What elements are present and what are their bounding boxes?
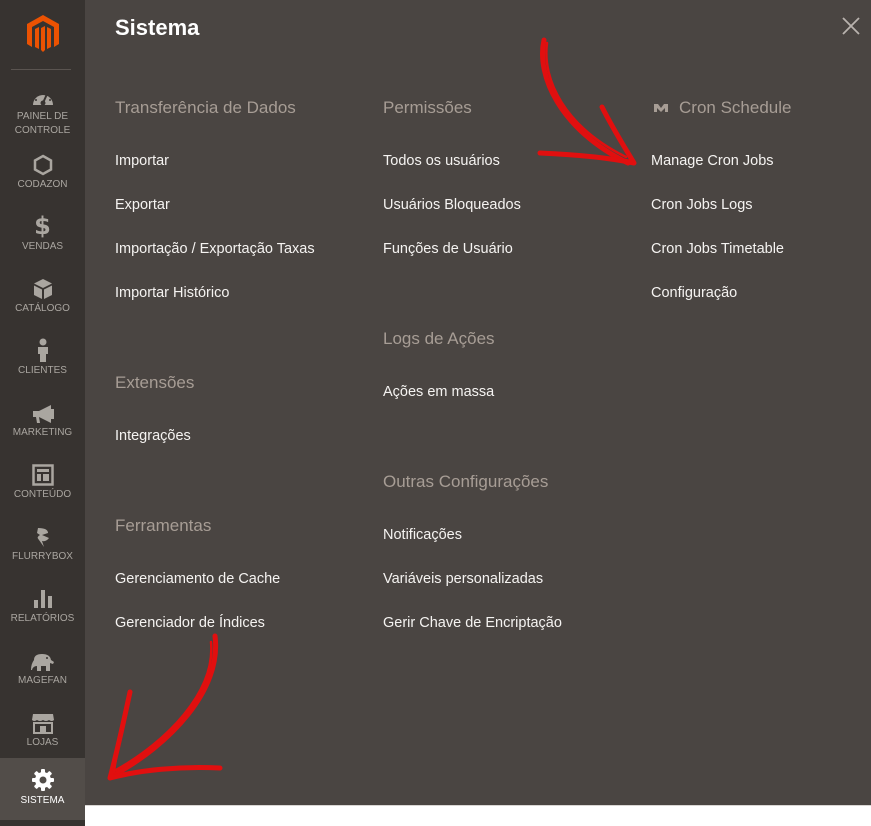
gear-icon	[31, 766, 55, 792]
menu-link-notificacoes[interactable]: Notificações	[383, 525, 462, 545]
menu-link-variaveis-personalizadas[interactable]: Variáveis personalizadas	[383, 569, 543, 589]
group-title-transferencia: Transferência de Dados	[115, 98, 296, 117]
sidebar-item-conteudo[interactable]: CONTEÚDO	[0, 456, 85, 518]
sidebar-item-codazon[interactable]: CODAZON	[0, 146, 85, 208]
sidebar-item-clientes[interactable]: CLIENTES	[0, 332, 85, 394]
dashboard-icon	[31, 82, 55, 108]
sidebar-item-label: LOJAS	[26, 737, 59, 748]
sidebar-item-label: VENDAS	[21, 241, 64, 252]
close-icon	[842, 17, 860, 35]
logo-divider	[11, 69, 71, 70]
menu-link-funcoes-de-usuario[interactable]: Funções de Usuário	[383, 239, 513, 259]
elephant-icon	[30, 646, 56, 672]
magento-logo-icon	[26, 15, 59, 52]
group-title-permissoes: Permissões	[383, 98, 472, 117]
store-icon	[31, 708, 55, 734]
sidebar-item-marketing[interactable]: MARKETING	[0, 394, 85, 456]
sidebar-item-vendas[interactable]: $ VENDAS	[0, 208, 85, 270]
hexagon-icon	[33, 150, 53, 176]
sidebar-item-label: MAGEFAN	[18, 675, 67, 686]
sidebar-item-label: PAINEL DE CONTROLE	[14, 111, 71, 136]
sidebar-item-lojas[interactable]: LOJAS	[0, 704, 85, 766]
dollar-icon: $	[34, 212, 51, 240]
megaphone-icon	[31, 398, 55, 424]
sidebar-item-label: CODAZON	[17, 179, 68, 190]
menu-link-acoes-em-massa[interactable]: Ações em massa	[383, 382, 494, 402]
sidebar-item-label: RELATÓRIOS	[10, 613, 75, 624]
sidebar-item-label: CATÁLOGO	[15, 303, 70, 314]
sidebar-item-label: CONTEÚDO	[13, 489, 72, 500]
sidebar-item-label: SISTEMA	[20, 795, 65, 806]
menu-link-configuracao[interactable]: Configuração	[651, 283, 737, 303]
sidebar-item-painel-de-controle[interactable]: PAINEL DE CONTROLE	[0, 78, 85, 140]
group-title-cron-schedule: Cron Schedule	[679, 98, 792, 117]
menu-link-gerenciamento-de-cache[interactable]: Gerenciamento de Cache	[115, 569, 280, 589]
sidebar-item-label: FLURRYBOX	[12, 551, 73, 562]
bar-chart-icon	[33, 584, 53, 610]
menu-link-importar-historico[interactable]: Importar Histórico	[115, 283, 229, 303]
layout-icon	[31, 460, 54, 486]
menu-link-todos-os-usuarios[interactable]: Todos os usuários	[383, 151, 500, 171]
group-title-ferramentas: Ferramentas	[115, 516, 212, 535]
menu-link-manage-cron-jobs[interactable]: Manage Cron Jobs	[651, 151, 774, 171]
sistema-flyout-panel: Sistema Transferência de Dados Importar …	[85, 0, 871, 805]
sidebar-item-catalogo[interactable]: CATÁLOGO	[0, 270, 85, 332]
sidebar-item-label: CLIENTES	[18, 365, 67, 376]
page-background	[85, 806, 871, 826]
sidebar-item-flurrybox[interactable]: FLURRYBOX	[0, 518, 85, 580]
menu-link-exportar[interactable]: Exportar	[115, 195, 170, 215]
group-title-extensoes: Extensões	[115, 373, 195, 392]
group-title-outras-configuracoes: Outras Configurações	[383, 472, 549, 491]
sidebar-item-magefan[interactable]: MAGEFAN	[0, 642, 85, 704]
cron-extension-icon	[653, 101, 669, 119]
admin-sidebar: PAINEL DE CONTROLE CODAZON $ VENDAS CATÁ…	[0, 0, 85, 826]
group-title-logs-de-acoes: Logs de Ações	[383, 329, 495, 348]
menu-link-integracoes[interactable]: Integrações	[115, 426, 191, 446]
menu-link-gerir-chave-de-encriptacao[interactable]: Gerir Chave de Encriptação	[383, 613, 562, 633]
menu-link-importacao-exportacao-taxas[interactable]: Importação / Exportação Taxas	[115, 239, 315, 259]
menu-link-cron-jobs-timetable[interactable]: Cron Jobs Timetable	[651, 239, 784, 259]
close-button[interactable]	[841, 16, 861, 36]
menu-link-cron-jobs-logs[interactable]: Cron Jobs Logs	[651, 195, 753, 215]
sidebar-item-relatorios[interactable]: RELATÓRIOS	[0, 580, 85, 642]
cube-icon	[32, 274, 54, 300]
panel-title: Sistema	[115, 15, 200, 40]
menu-link-importar[interactable]: Importar	[115, 151, 169, 171]
magento-logo[interactable]	[0, 0, 85, 68]
sidebar-item-sistema[interactable]: SISTEMA	[0, 758, 85, 820]
menu-link-usuarios-bloqueados[interactable]: Usuários Bloqueados	[383, 195, 521, 215]
person-icon	[36, 336, 50, 362]
menu-link-gerenciador-de-indices[interactable]: Gerenciador de Índices	[115, 613, 265, 633]
flurrybox-icon	[34, 522, 52, 548]
sidebar-item-label: MARKETING	[12, 427, 73, 438]
